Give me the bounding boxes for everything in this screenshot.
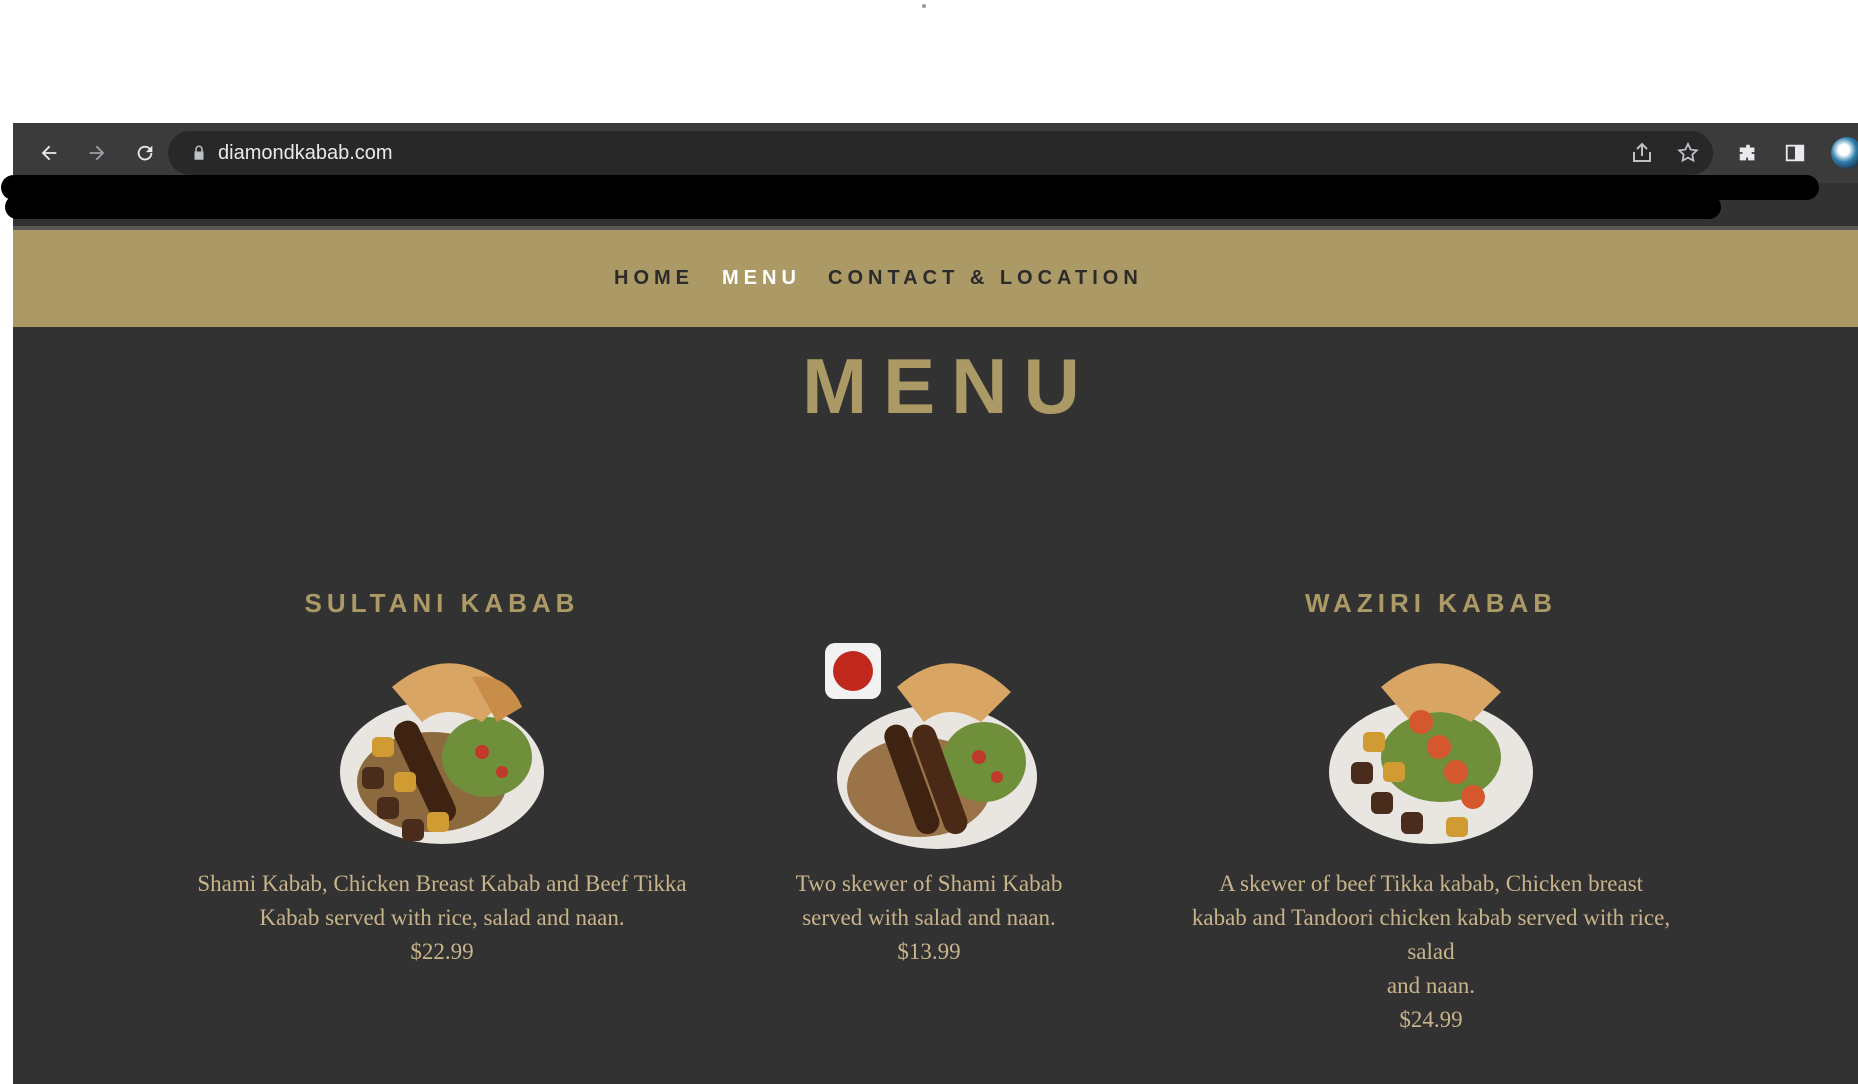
star-icon[interactable] [1676,141,1700,165]
lock-icon[interactable] [190,144,208,162]
extensions-icon[interactable] [1732,137,1764,169]
share-icon[interactable] [1630,141,1654,165]
menu-item-description: Shami Kabab, Chicken Breast Kabab and Be… [197,871,687,930]
redacted-bar [5,195,1721,219]
menu-item-name: WAZIRI KABAB [1304,588,1558,618]
forward-icon[interactable] [81,137,113,169]
back-icon[interactable] [33,137,65,169]
kabab-plate-image [340,663,544,844]
address-bar[interactable]: diamondkabab.com [168,131,1713,175]
kabab-plate-image [1329,663,1533,844]
url-text[interactable]: diamondkabab.com [218,131,393,175]
nav-menu[interactable]: MENU [722,230,801,327]
menu-item-name [679,583,1179,623]
description-line: A skewer of beef Tikka kabab, Chicken br… [1191,871,1671,964]
menu-item-card: Two skewer of Shami Kabab served with sa… [679,583,1179,969]
menu-item-name: SULTANI KABAB [304,588,580,618]
description-line: and naan. [1386,973,1476,998]
reload-icon[interactable] [129,137,161,169]
profile-avatar[interactable] [1831,137,1858,169]
page-title: MENU [802,342,1096,430]
side-panel-icon[interactable] [1779,137,1811,169]
menu-item-description: A skewer of beef Tikka kabab, Chicken br… [1191,867,1671,1003]
menu-item-price: $22.99 [410,939,474,964]
browser-toolbar: diamondkabab.com [1,123,1858,219]
menu-item-card: WAZIRI KABAB A skewer of beef Tikka kaba… [1181,583,1681,1037]
menu-item-card: SULTANI KABAB Shami Kabab, Chicken Breas… [192,583,692,969]
menu-item-price: $13.99 [897,939,961,964]
nav-home[interactable]: HOME [614,230,694,327]
site-navigation: HOME MENU CONTACT & LOCATION [13,230,1858,327]
menu-item-price: $24.99 [1399,1007,1463,1032]
window-drag-dot [922,4,926,8]
kabab-plate-image [825,643,1037,849]
menu-item-description: Two skewer of Shami Kabab served with sa… [795,871,1063,930]
browser-window: diamondkabab.com HOME MENU CONTACT & LOC… [1,123,1858,1084]
nav-contact-location[interactable]: CONTACT & LOCATION [828,230,1143,327]
